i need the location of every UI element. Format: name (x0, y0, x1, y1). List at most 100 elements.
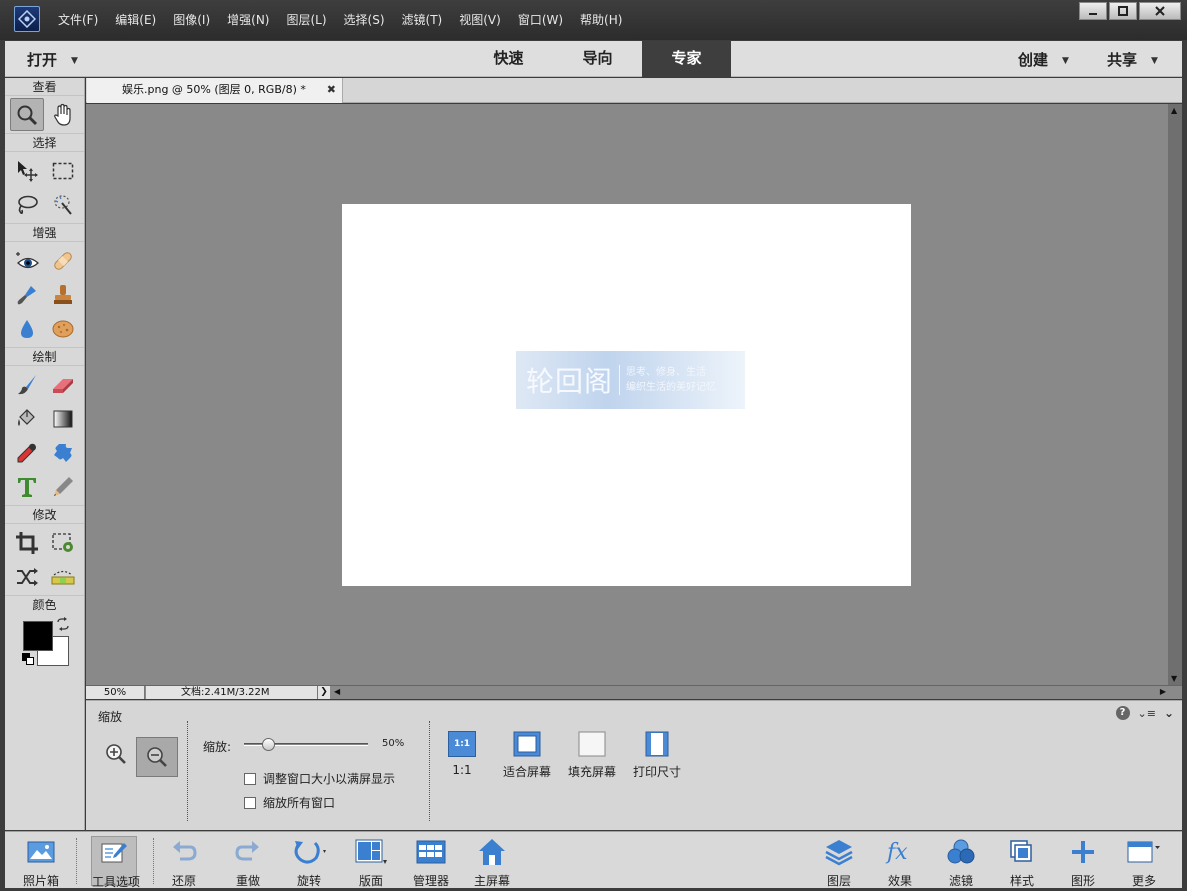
fill-screen-button[interactable]: 填充屏幕 (556, 731, 628, 780)
more-panels-label: 更多 (1131, 874, 1156, 888)
foreground-color-swatch[interactable] (23, 621, 53, 651)
straighten-tool[interactable] (46, 560, 80, 593)
actual-pixels-button[interactable]: 1:1 1:1 (426, 731, 498, 777)
home-screen-button[interactable]: 主屏幕 (462, 836, 522, 888)
close-tab-icon[interactable]: ✖ (327, 78, 336, 102)
menu-select[interactable]: 选择(S) (344, 11, 385, 28)
recompose-icon (52, 532, 73, 552)
layers-panel-button[interactable]: 图层 (809, 836, 869, 888)
text-icon (18, 477, 36, 497)
tab-quick[interactable]: 快速 (464, 41, 553, 77)
crop-icon (16, 531, 38, 554)
fit-screen-button[interactable]: 适合屏幕 (491, 731, 563, 780)
menu-enhance[interactable]: 增强(N) (227, 11, 269, 28)
canvas-area[interactable]: 轮回阁 思考、修身、生活 编织生活的美好记忆 (86, 104, 1168, 685)
share-menu-button[interactable]: 共享 ▼ (1107, 49, 1158, 70)
eyedropper-tool[interactable] (10, 436, 44, 469)
section-label-modify: 修改 (32, 508, 57, 522)
sponge-tool[interactable] (46, 312, 80, 345)
checkbox-box[interactable] (244, 772, 256, 785)
effects-panel-button[interactable]: fx 效果 (870, 836, 930, 888)
zoom-slider-label: 缩放: (203, 740, 232, 754)
swap-colors-icon[interactable] (56, 617, 70, 634)
fill-screen-icon (578, 731, 606, 757)
eraser-tool[interactable] (46, 368, 80, 401)
document-image[interactable]: 轮回阁 思考、修身、生活 编织生活的美好记忆 (342, 204, 911, 586)
vertical-scrollbar[interactable]: ▲ ▼ (1168, 104, 1182, 685)
gradient-tool[interactable] (46, 402, 80, 435)
custom-shape-tool[interactable] (46, 436, 80, 469)
tab-guided[interactable]: 导向 (553, 41, 642, 77)
open-menu-button[interactable]: 打开 ▼ (27, 49, 78, 70)
graphics-panel-button[interactable]: 图形 (1053, 836, 1113, 888)
brush-tool[interactable] (10, 368, 44, 401)
default-colors-icon[interactable] (22, 653, 35, 666)
scroll-right-icon[interactable]: ▶ (1160, 687, 1166, 696)
maximize-button[interactable] (1109, 2, 1137, 20)
lasso-tool[interactable] (10, 188, 44, 221)
effects-label: 效果 (887, 874, 912, 888)
watermark-subtitle: 思考、修身、生活 编织生活的美好记忆 (626, 365, 716, 395)
move-tool[interactable] (10, 154, 44, 187)
tool-options-button[interactable]: 工具选项 (91, 836, 140, 889)
checkbox-box[interactable] (244, 796, 256, 809)
undo-button[interactable]: 还原 (154, 836, 214, 888)
menu-edit[interactable]: 编辑(E) (115, 11, 156, 28)
help-icon[interactable]: ? (1115, 706, 1130, 720)
styles-panel-button[interactable]: 样式 (992, 836, 1052, 888)
blur-tool[interactable] (10, 312, 44, 345)
more-panels-button[interactable]: 更多 (1114, 836, 1174, 888)
filters-panel-button[interactable]: 滤镜 (931, 836, 991, 888)
close-button[interactable] (1139, 2, 1181, 20)
layout-button[interactable]: 版面 (341, 836, 401, 888)
healing-brush-tool[interactable] (46, 244, 80, 277)
content-aware-move-tool[interactable] (10, 560, 44, 593)
menu-layer[interactable]: 图层(L) (286, 11, 326, 28)
app-logo-icon[interactable] (14, 6, 40, 32)
zoom-in-button[interactable] (103, 741, 129, 767)
rotate-button[interactable]: 旋转 (279, 836, 339, 888)
marquee-tool[interactable] (46, 154, 80, 187)
type-tool[interactable] (10, 470, 44, 503)
paint-bucket-tool[interactable] (10, 402, 44, 435)
photo-bin-button[interactable]: 照片箱 (11, 836, 71, 888)
document-tab[interactable]: 娱乐.png @ 50% (图层 0, RGB/8) * ✖ (87, 78, 343, 103)
menu-view[interactable]: 视图(V) (459, 11, 501, 28)
status-menu-arrow-icon[interactable]: ❯ (318, 686, 330, 699)
crop-tool[interactable] (10, 526, 44, 559)
smart-brush-tool[interactable] (10, 278, 44, 311)
scroll-left-icon[interactable]: ◀ (334, 687, 340, 696)
red-eye-tool[interactable] (10, 244, 44, 277)
zoom-tool[interactable] (10, 98, 44, 131)
status-zoom-field[interactable]: 50% (86, 686, 145, 699)
zoom-slider-thumb[interactable] (262, 738, 275, 751)
menu-filter[interactable]: 滤镜(T) (402, 11, 443, 28)
layers-label: 图层 (826, 874, 851, 888)
panel-menu-icon[interactable]: ⌄≡ (1138, 707, 1156, 720)
resize-windows-checkbox[interactable]: 调整窗口大小以满屏显示 (244, 770, 395, 787)
tab-expert[interactable]: 专家 (642, 41, 731, 77)
quick-selection-tool[interactable] (46, 188, 80, 221)
zoom-slider[interactable] (244, 738, 368, 751)
lasso-icon (18, 195, 38, 214)
collapse-chevron-icon[interactable]: ⌄ (1164, 706, 1174, 720)
hand-tool[interactable] (46, 98, 80, 131)
clone-stamp-tool[interactable] (46, 278, 80, 311)
create-menu-button[interactable]: 创建 ▼ (1018, 49, 1069, 70)
menu-help[interactable]: 帮助(H) (580, 11, 622, 28)
pencil-tool[interactable] (46, 470, 80, 503)
scroll-down-icon[interactable]: ▼ (1171, 674, 1177, 683)
print-size-button[interactable]: 打印尺寸 (621, 731, 693, 780)
menu-image[interactable]: 图像(I) (173, 11, 210, 28)
fit-screen-label: 适合屏幕 (502, 765, 551, 779)
menu-file[interactable]: 文件(F) (58, 11, 98, 28)
organizer-button[interactable]: 管理器 (401, 836, 461, 888)
zoom-all-windows-checkbox[interactable]: 缩放所有窗口 (244, 794, 335, 811)
scroll-up-icon[interactable]: ▲ (1171, 106, 1177, 115)
zoom-out-button[interactable] (136, 737, 178, 777)
recompose-tool[interactable] (46, 526, 80, 559)
menu-window[interactable]: 窗口(W) (518, 11, 563, 28)
styles-icon (1010, 840, 1032, 862)
minimize-button[interactable] (1079, 2, 1107, 20)
redo-button[interactable]: 重做 (218, 836, 278, 888)
